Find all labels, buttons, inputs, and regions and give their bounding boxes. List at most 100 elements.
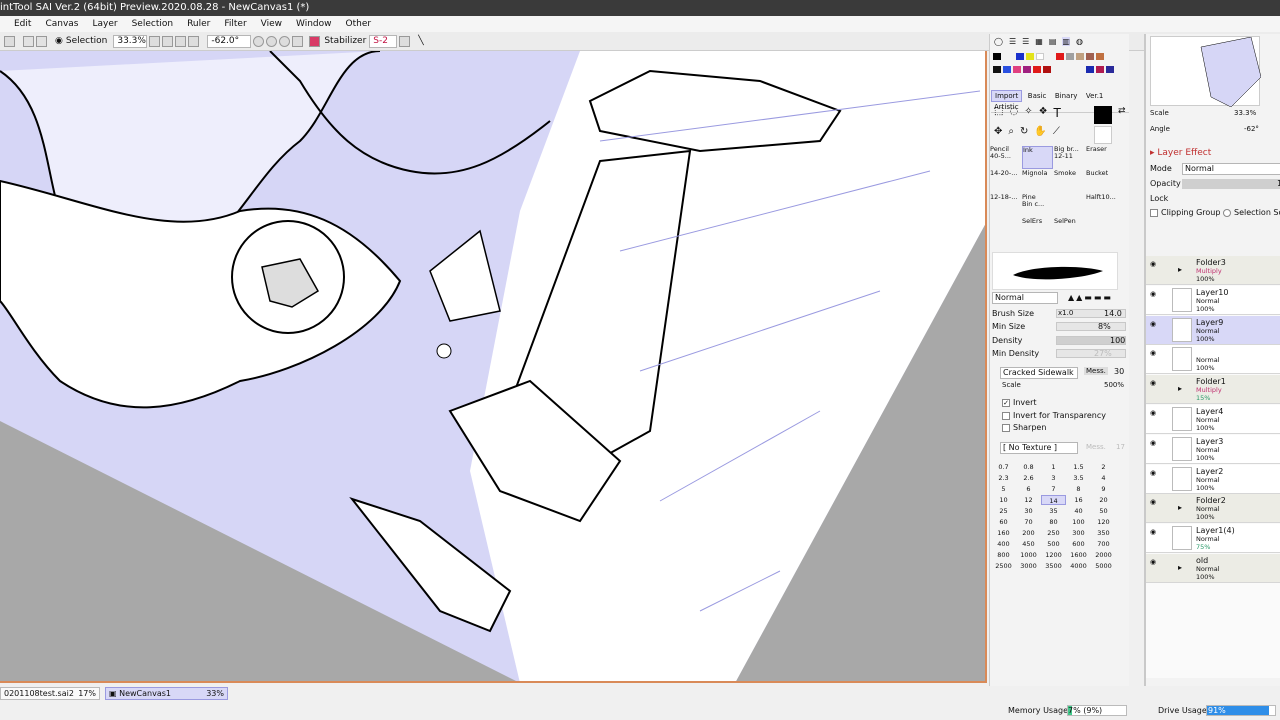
layer-row[interactable]: ◉ Layer9 Normal 100% [1146,315,1280,345]
menu-canvas[interactable]: Canvas [31,19,78,29]
rotate-icon[interactable]: ↻ [1020,126,1028,137]
selection-toggle[interactable]: Selection [66,36,107,46]
menu-edit[interactable]: Edit [0,19,31,29]
invert-transparency-option[interactable]: Invert for Transparency [1002,411,1106,420]
swap-colors-icon[interactable]: ⇄ [1118,106,1126,116]
lasso-icon[interactable]: ◌ [1009,106,1018,120]
eye-icon[interactable]: ◉ [1150,290,1160,298]
eye-icon[interactable]: ◉ [1150,409,1160,417]
size-preset[interactable]: 2.3 [991,473,1016,483]
size-preset[interactable]: 30 [1016,506,1041,516]
palette-icon[interactable]: ▦ [1035,37,1043,46]
size-preset[interactable]: 200 [1016,528,1041,538]
brush-bucket[interactable]: Bucket [1086,170,1117,193]
size-preset[interactable]: 2000 [1091,550,1116,560]
brush-selers[interactable]: SelErs [1022,218,1053,241]
size-preset[interactable]: 5 [991,484,1016,494]
eye-icon[interactable]: ◉ [1150,439,1160,447]
min-density-slider[interactable] [1056,349,1126,358]
size-preset[interactable]: 3.5 [1066,473,1091,483]
folder-expand-icon[interactable]: ▸ [1178,503,1182,512]
invert-checkbox[interactable]: ✓ [1002,398,1010,407]
zoom-out-button[interactable] [162,35,174,47]
menu-filter[interactable]: Filter [210,19,246,29]
invert-transparency-checkbox[interactable] [1002,411,1010,420]
layer-effect-toggle[interactable]: ▸ Layer Effect [1150,148,1211,158]
menu-layer[interactable]: Layer [78,19,117,29]
min-size-slider[interactable] [1056,322,1126,331]
eye-icon[interactable]: ◉ [1150,379,1160,387]
size-preset[interactable]: 160 [991,528,1016,538]
palette-swatches[interactable] [990,49,1130,83]
size-preset[interactable]: 1200 [1041,550,1066,560]
size-preset[interactable]: 2 [1091,462,1116,472]
zoom-reset-button[interactable] [188,35,200,47]
size-preset[interactable]: 80 [1041,517,1066,527]
sharpen-checkbox[interactable] [1002,423,1010,432]
size-preset[interactable]: 9 [1091,484,1116,494]
layer-row[interactable]: ◉ Layer4 Normal 100% [1146,405,1280,434]
clipping-group-checkbox[interactable] [1150,208,1158,217]
tab-binary[interactable]: Binary [1052,91,1081,101]
folder-expand-icon[interactable]: ▸ [1178,384,1182,393]
size-preset[interactable]: 1000 [1016,550,1041,560]
zoom-in-button[interactable] [175,35,187,47]
tip-shape-buttons[interactable]: ▲▲▬▬▬ [1068,293,1113,302]
brush-selpen[interactable]: SelPen [1054,218,1085,241]
size-preset[interactable]: 1 [1041,462,1066,472]
size-preset[interactable]: 8 [1066,484,1091,494]
layer-row[interactable]: ◉ ▸ Folder2 Normal 100% [1146,494,1280,524]
brush-big-brush[interactable]: Big br... 12-11 [1054,146,1085,169]
size-preset[interactable]: 5000 [1091,561,1116,571]
size-preset[interactable]: 20 [1091,495,1116,505]
rotate-reset-button[interactable] [279,35,291,47]
color-wheel-icon[interactable]: ◯ [994,37,1003,46]
size-preset[interactable]: 16 [1066,495,1091,505]
rgb-slider-icon[interactable]: ☰ [1009,37,1016,46]
size-preset[interactable]: 25 [991,506,1016,516]
rotate-stop-button[interactable] [292,35,304,47]
toolbar-button[interactable] [36,35,47,47]
zoom-field[interactable]: 33.3% [113,34,148,48]
opacity-slider[interactable] [1182,179,1280,189]
move-icon[interactable]: ✥ [994,126,1002,137]
size-preset[interactable]: 2500 [991,561,1016,571]
eye-icon[interactable]: ◉ [1150,469,1160,477]
menu-window[interactable]: Window [282,19,332,29]
size-preset[interactable]: 7 [1041,484,1066,494]
eye-icon[interactable]: ◉ [1150,349,1160,357]
no-texture-select[interactable]: [ No Texture ] [1000,442,1078,454]
tab-import[interactable]: Import [991,90,1023,102]
size-preset[interactable]: 1600 [1066,550,1091,560]
size-preset[interactable]: 400 [991,539,1016,549]
layer-move-icon[interactable]: ❖ [1039,106,1048,120]
size-preset[interactable]: 500 [1041,539,1066,549]
size-preset[interactable]: 300 [1066,528,1091,538]
menu-view[interactable]: View [247,19,282,29]
size-preset[interactable]: 1.5 [1066,462,1091,472]
size-preset[interactable]: 3500 [1041,561,1066,571]
layer-row[interactable]: ◉ ▸ Folder3 Multiply 100% [1146,256,1280,285]
eye-icon[interactable]: ◉ [1150,260,1160,268]
line-tool-icon[interactable]: ╲ [418,36,423,46]
layer-row[interactable]: ◉ Normal 100% [1146,345,1280,375]
stabilizer-select[interactable]: S-2 [369,34,398,48]
folder-expand-icon[interactable]: ▸ [1178,563,1182,572]
tab-ver1[interactable]: Ver.1 [1083,91,1106,101]
menu-ruler[interactable]: Ruler [173,19,210,29]
size-preset[interactable]: 0.8 [1016,462,1041,472]
stabilizer-dropdown[interactable] [399,35,411,47]
brush-pine[interactable]: Pine Bin c... [1022,194,1053,217]
eye-icon[interactable]: ◉ [1150,320,1160,328]
swatch-icon[interactable]: ◍ [1076,37,1083,46]
canvas[interactable] [0,51,987,683]
secondary-color-swatch[interactable] [1094,126,1112,144]
toolbar-button[interactable] [4,35,15,47]
size-preset[interactable]: 14 [1041,495,1066,505]
size-preset[interactable]: 3 [1041,473,1066,483]
size-preset[interactable]: 60 [991,517,1016,527]
menu-selection[interactable]: Selection [118,19,173,29]
toolbar-button[interactable] [23,35,34,47]
text-tool-icon[interactable]: T [1054,106,1061,120]
size-preset[interactable]: 120 [1091,517,1116,527]
